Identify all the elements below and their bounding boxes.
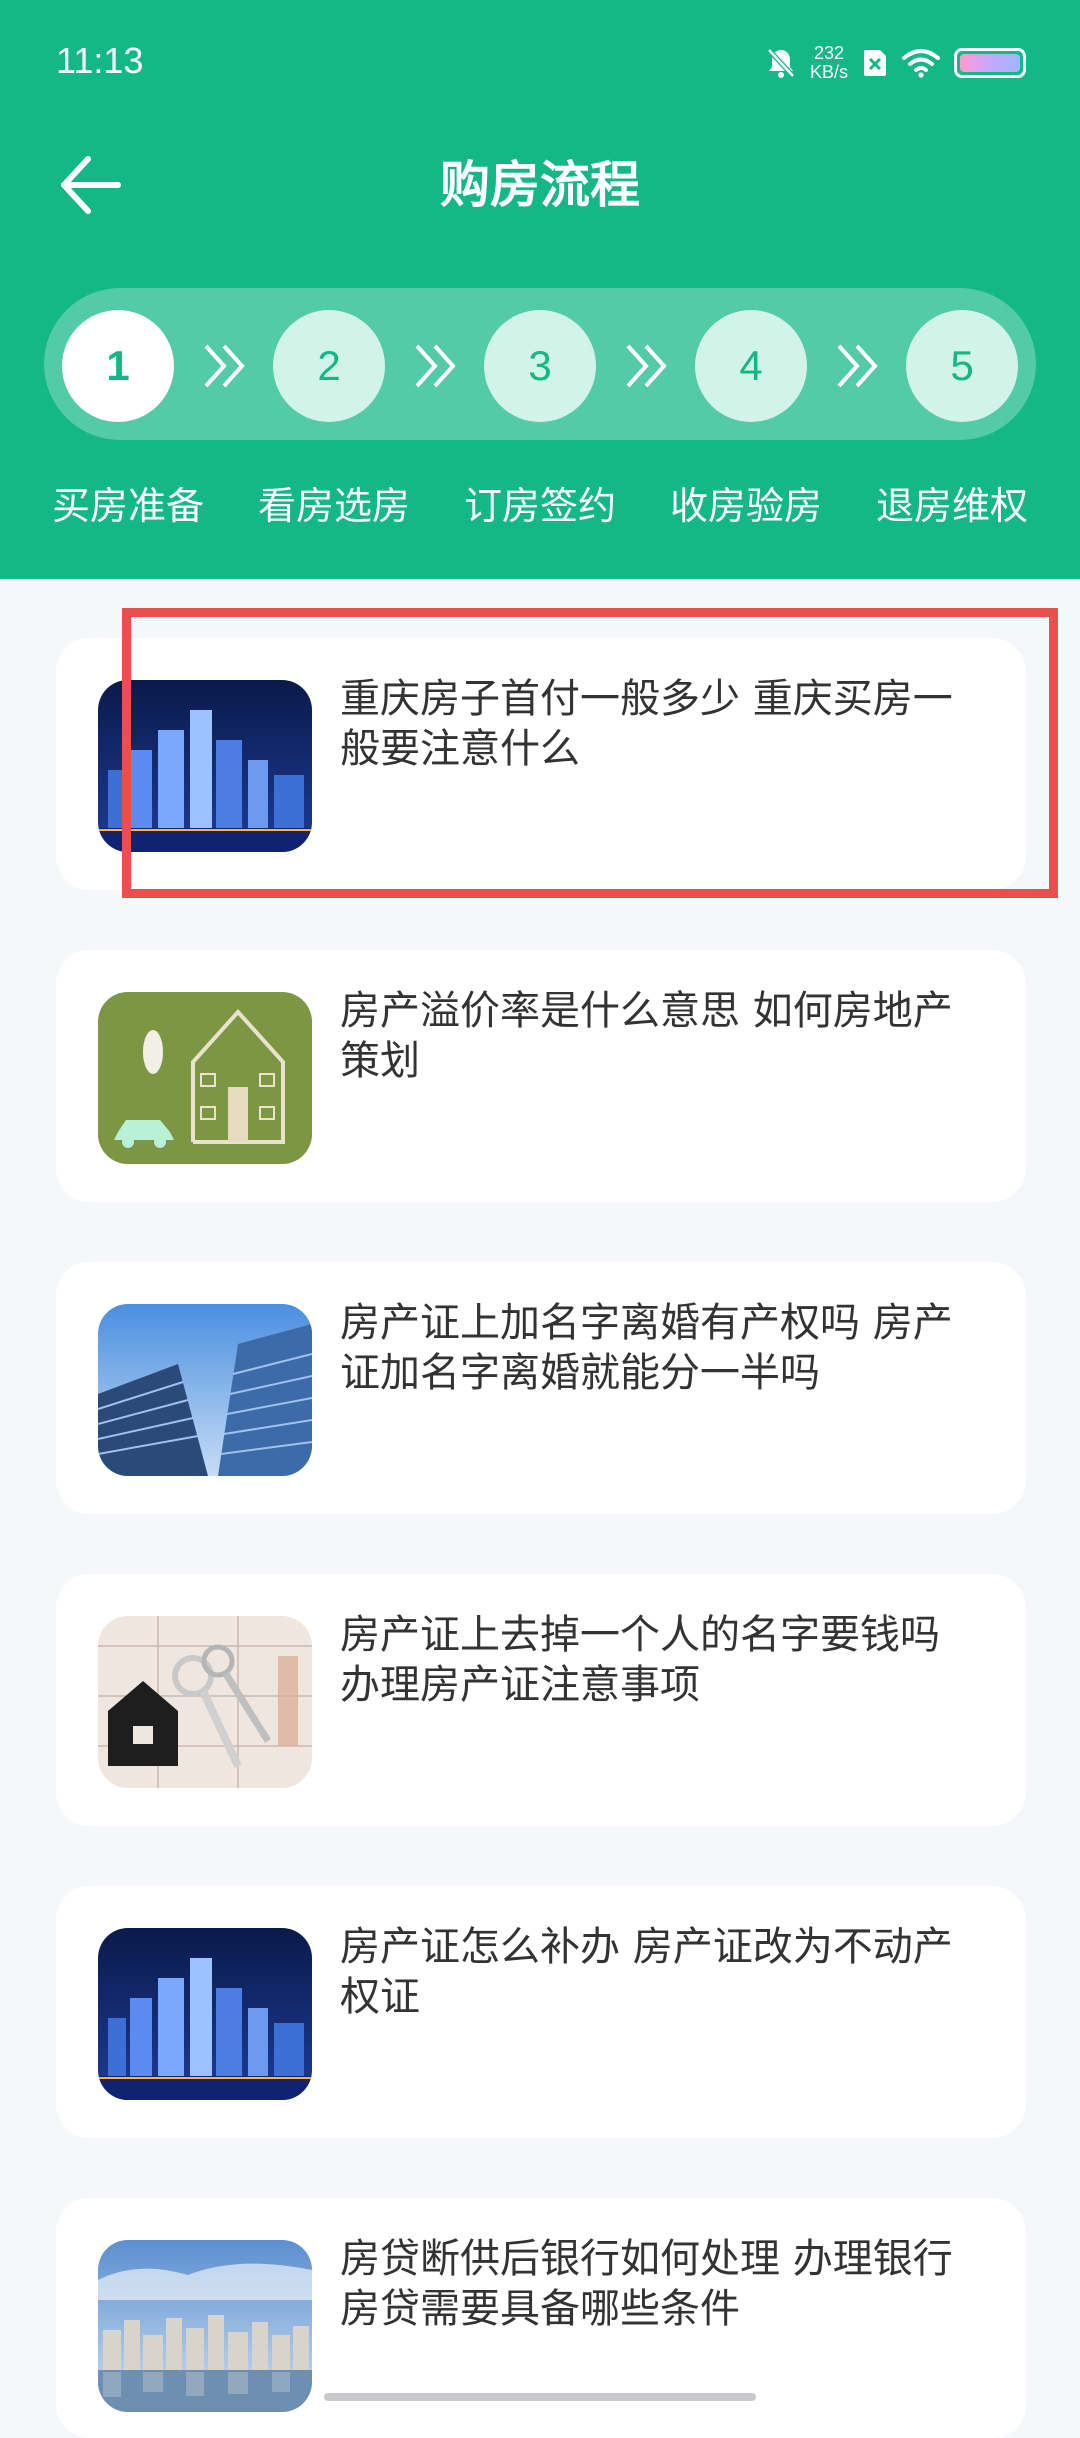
double-chevron-icon	[415, 344, 456, 388]
status-bar: 11:13 232 KB/s	[0, 0, 1080, 125]
article-title: 房产证上加名字离婚有产权吗 房产证加名字离婚就能分一半吗	[340, 1300, 953, 1396]
riverside-apartments-image	[98, 2240, 312, 2412]
page-title: 购房流程	[440, 156, 640, 214]
home-indicator[interactable]	[324, 2393, 756, 2401]
step-label-4[interactable]: 收房验房	[646, 478, 846, 534]
step-4[interactable]: 4	[695, 310, 807, 422]
step-label-3[interactable]: 订房签约	[440, 478, 640, 534]
city-night-skyline-image	[98, 1928, 312, 2100]
mute-bell-icon	[767, 48, 795, 78]
step-label-1[interactable]: 买房准备	[28, 478, 228, 534]
step-label-5[interactable]: 退房维权	[852, 478, 1052, 534]
status-icons: 232 KB/s	[766, 40, 1026, 86]
nav-bar: 购房流程	[0, 125, 1080, 245]
network-speed: 232 KB/s	[810, 44, 848, 82]
article-card-2[interactable]: 房产溢价率是什么意思 如何房地产策划	[56, 950, 1026, 1202]
network-speed-unit: KB/s	[809, 62, 848, 82]
step-2[interactable]: 2	[273, 310, 385, 422]
sim-card-icon	[864, 50, 886, 76]
article-title: 房产证上去掉一个人的名字要钱吗 办理房产证注意事项	[340, 1612, 940, 1708]
step-label-2[interactable]: 看房选房	[234, 478, 434, 534]
article-card-4[interactable]: 房产证上去掉一个人的名字要钱吗 办理房产证注意事项	[56, 1574, 1026, 1826]
step-5[interactable]: 5	[906, 310, 1018, 422]
status-time: 11:13	[56, 40, 144, 81]
double-chevron-icon	[204, 344, 245, 388]
wifi-icon	[902, 49, 940, 78]
article-card-3[interactable]: 房产证上加名字离婚有产权吗 房产证加名字离婚就能分一半吗	[56, 1262, 1026, 1514]
house-outline-on-grass-image	[98, 992, 312, 1164]
article-title: 重庆房子首付一般多少 重庆买房一般要注意什么	[340, 676, 953, 772]
network-speed-value: 232	[813, 43, 845, 63]
battery-level	[960, 54, 1020, 72]
glass-skyscraper-image	[98, 1304, 312, 1476]
double-chevron-icon	[837, 344, 878, 388]
step-1[interactable]: 1	[62, 310, 174, 422]
double-chevron-icon	[626, 344, 667, 388]
article-title: 房贷断供后银行如何处理 办理银行房贷需要具备哪些条件	[340, 2236, 953, 2332]
house-keys-on-blueprint-image	[98, 1616, 312, 1788]
header: 11:13 232 KB/s 购房流程 1 2 3 4 5 买房准备 看房选房 …	[0, 0, 1080, 579]
article-title: 房产溢价率是什么意思 如何房地产策划	[340, 988, 953, 1084]
city-night-skyline-image	[98, 680, 312, 852]
article-title: 房产证怎么补办 房产证改为不动产权证	[340, 1924, 953, 2020]
article-card-6[interactable]: 房贷断供后银行如何处理 办理银行房贷需要具备哪些条件	[56, 2198, 1026, 2438]
battery-icon	[954, 48, 1026, 78]
step-3[interactable]: 3	[484, 310, 596, 422]
article-card-1[interactable]: 重庆房子首付一般多少 重庆买房一般要注意什么	[56, 638, 1026, 890]
article-card-5[interactable]: 房产证怎么补办 房产证改为不动产权证	[56, 1886, 1026, 2138]
